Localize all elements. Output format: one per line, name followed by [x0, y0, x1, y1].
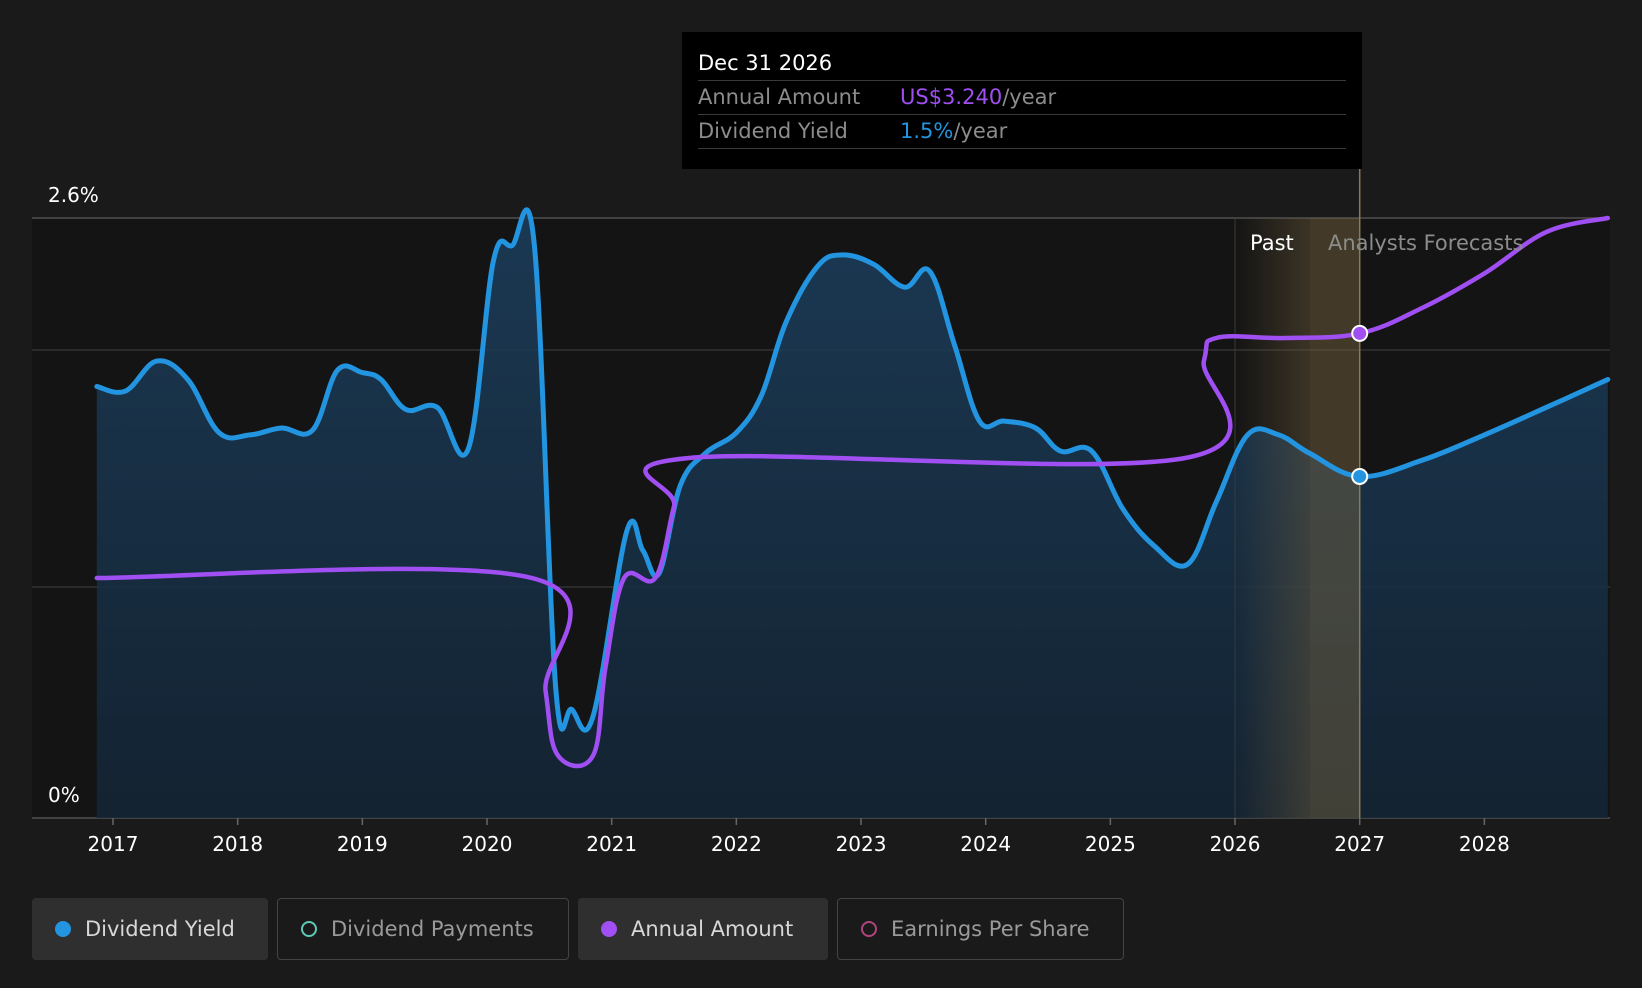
tooltip-yield-value: 1.5%	[900, 119, 954, 143]
tooltip-annual-row: Annual Amount US$3.240 /year	[698, 81, 1346, 115]
legend-label: Dividend Yield	[85, 917, 235, 941]
forecast-boundary-shade	[1309, 218, 1360, 818]
tooltip: Dec 31 2026 Annual Amount US$3.240 /year…	[682, 32, 1362, 169]
x-tick-label: 2026	[1210, 832, 1261, 856]
annual-amount-dot-icon	[601, 921, 617, 937]
tooltip-annual-unit: /year	[1002, 85, 1057, 109]
dividend-payments-dot-icon	[301, 921, 317, 937]
tooltip-yield-unit: /year	[953, 119, 1008, 143]
legend-label: Annual Amount	[631, 917, 794, 941]
past-label: Past	[1250, 231, 1294, 255]
x-tick-label: 2022	[711, 832, 762, 856]
tooltip-date: Dec 31 2026	[698, 46, 1346, 81]
x-tick-label: 2023	[836, 832, 887, 856]
tooltip-yield-row: Dividend Yield 1.5% /year	[698, 115, 1346, 149]
tooltip-yield-label: Dividend Yield	[698, 119, 848, 143]
x-tick-label: 2019	[337, 832, 388, 856]
x-tick-label: 2027	[1334, 832, 1385, 856]
x-tick-label: 2025	[1085, 832, 1136, 856]
legend-dividend-payments[interactable]: Dividend Payments	[277, 898, 569, 960]
x-axis: 2017 2018 2019 2020 2021 2022 2023 2024 2025 2026…	[88, 818, 1510, 856]
x-tick-label: 2028	[1459, 832, 1510, 856]
legend-dividend-yield[interactable]: Dividend Yield	[32, 898, 268, 960]
legend-annual-amount[interactable]: Annual Amount	[578, 898, 828, 960]
annual-amount-marker	[1351, 324, 1369, 342]
tooltip-annual-label: Annual Amount	[698, 85, 861, 109]
dividend-yield-marker	[1351, 467, 1369, 485]
past-shade	[1235, 218, 1310, 818]
earnings-per-share-dot-icon	[861, 921, 877, 937]
y-axis-bottom-label: 0%	[48, 783, 80, 807]
y-axis-top-label: 2.6%	[48, 183, 99, 207]
forecast-label: Analysts Forecasts	[1328, 231, 1523, 255]
dividend-yield-dot-icon	[55, 921, 71, 937]
tooltip-annual-value: US$3.240	[900, 85, 1003, 109]
x-tick-label: 2021	[586, 832, 637, 856]
x-tick-label: 2017	[88, 832, 139, 856]
legend-label: Dividend Payments	[331, 917, 534, 941]
legend-label: Earnings Per Share	[891, 917, 1090, 941]
legend-earnings-per-share[interactable]: Earnings Per Share	[837, 898, 1124, 960]
x-tick-label: 2024	[960, 832, 1011, 856]
x-tick-label: 2020	[462, 832, 513, 856]
x-tick-label: 2018	[212, 832, 263, 856]
